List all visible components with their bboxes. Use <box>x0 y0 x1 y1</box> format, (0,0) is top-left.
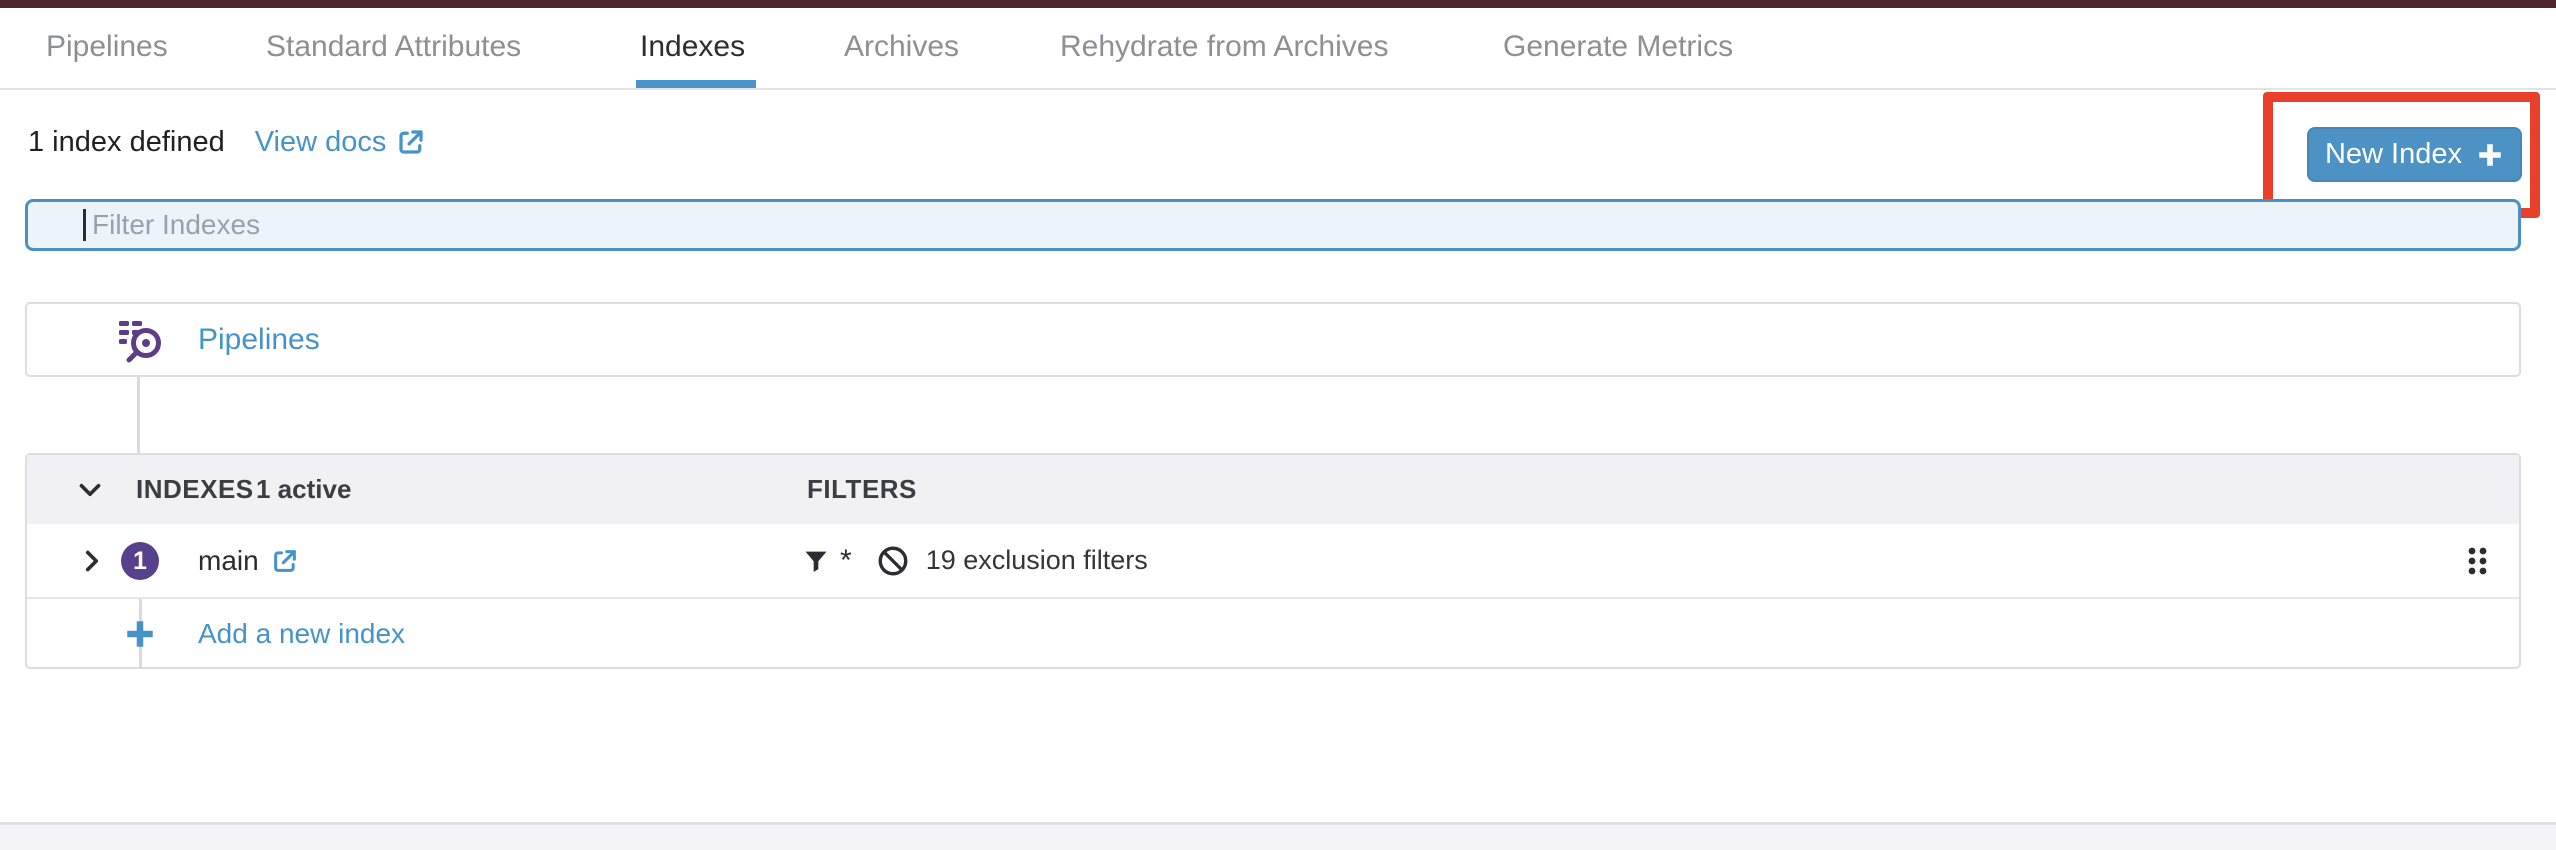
filter-indexes-input[interactable] <box>25 199 2521 251</box>
add-plus-icon[interactable] <box>123 617 157 651</box>
active-tab-underline <box>636 80 756 88</box>
exclusion-filters-text[interactable]: 19 exclusion filters <box>926 545 1148 576</box>
external-link-icon[interactable] <box>271 547 299 575</box>
text-caret <box>83 209 86 241</box>
chevron-down-icon[interactable] <box>73 473 107 507</box>
view-docs-label: View docs <box>254 125 387 158</box>
filters-column-header: FILTERS <box>807 474 917 504</box>
new-index-label: New Index <box>2324 138 2462 170</box>
log-indexes-page: Pipelines Standard Attributes Indexes Ar… <box>0 0 2556 850</box>
tab-pipelines[interactable]: Pipelines <box>46 8 168 86</box>
table-row-main-index: 1 main * 19 exclusion filters <box>27 524 2519 599</box>
filter-indexes-field <box>25 199 2521 251</box>
new-index-button[interactable]: New Index <box>2307 127 2522 182</box>
add-index-link[interactable]: Add a new index <box>198 618 405 650</box>
index-summary: 1 index defined View docs <box>28 120 426 164</box>
drag-handle-icon[interactable] <box>2459 543 2495 579</box>
index-order-badge: 1 <box>121 542 159 580</box>
filter-query-text: * <box>840 543 852 577</box>
filter-funnel-icon <box>802 547 830 575</box>
tree-connector-line <box>137 377 140 453</box>
tab-standard-attributes[interactable]: Standard Attributes <box>266 8 521 86</box>
tab-bar: Pipelines Standard Attributes Indexes Ar… <box>0 8 2556 90</box>
add-index-row[interactable]: Add a new index <box>27 599 2519 669</box>
indexes-table-header: INDEXES 1 active FILTERS <box>27 455 2519 526</box>
chevron-right-icon[interactable] <box>75 544 109 578</box>
index-name-cell: main <box>198 524 299 597</box>
index-name[interactable]: main <box>198 545 259 577</box>
plus-icon <box>2476 141 2504 169</box>
active-count-text: 1 active <box>256 474 352 504</box>
pipelines-card: Pipelines <box>25 302 2521 377</box>
view-docs-link[interactable]: View docs <box>255 126 427 159</box>
indexes-column-header: INDEXES <box>136 474 254 504</box>
tab-indexes[interactable]: Indexes <box>640 8 745 86</box>
tab-archives[interactable]: Archives <box>844 8 959 86</box>
index-count-text: 1 index defined <box>28 125 225 158</box>
pipelines-icon <box>117 318 165 366</box>
tab-rehydrate-from-archives[interactable]: Rehydrate from Archives <box>1060 8 1388 86</box>
exclusion-ban-icon <box>876 544 910 578</box>
indexes-card: INDEXES 1 active FILTERS 1 main * 19 exc… <box>25 453 2521 669</box>
tab-generate-metrics[interactable]: Generate Metrics <box>1503 8 1733 86</box>
bottom-band <box>0 825 2556 850</box>
pipelines-link[interactable]: Pipelines <box>198 323 320 357</box>
top-window-bar <box>0 0 2556 8</box>
external-link-icon <box>396 127 426 157</box>
index-filters-cell: * 19 exclusion filters <box>802 524 1148 597</box>
